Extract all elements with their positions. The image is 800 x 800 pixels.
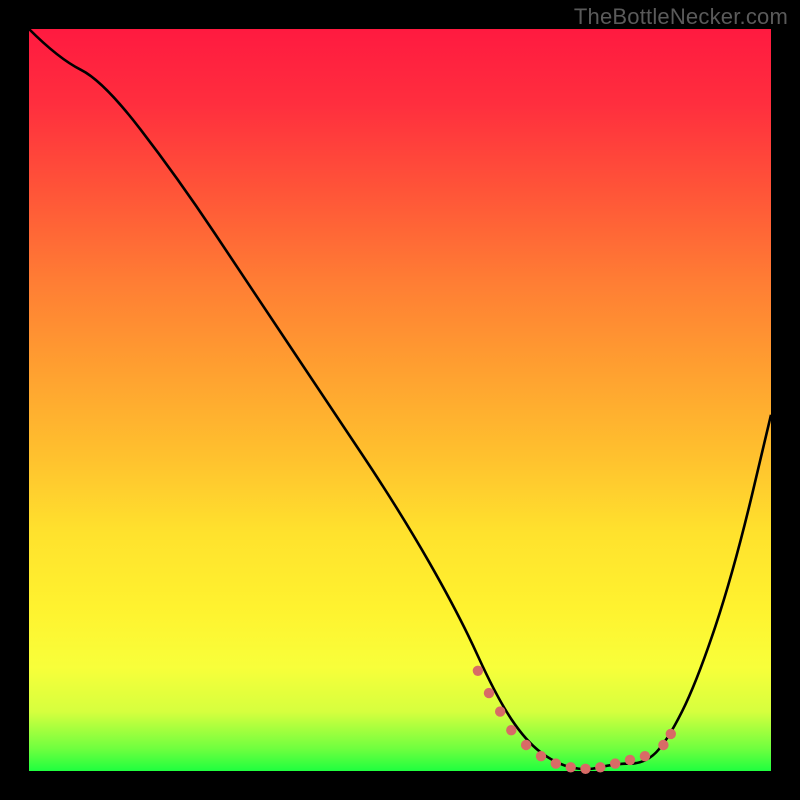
- accent-dot: [666, 729, 676, 739]
- watermark-text: TheBottleNecker.com: [574, 4, 788, 30]
- accent-dot: [640, 751, 650, 761]
- accent-dot: [595, 762, 605, 772]
- accent-dot: [536, 751, 546, 761]
- chart-container: TheBottleNecker.com: [0, 0, 800, 800]
- accent-dot: [566, 762, 576, 772]
- accent-valley-dots: [473, 666, 676, 774]
- accent-dot: [610, 758, 620, 768]
- accent-dot: [521, 740, 531, 750]
- accent-dot: [625, 755, 635, 765]
- accent-dot: [551, 758, 561, 768]
- accent-dot: [506, 725, 516, 735]
- accent-dot: [495, 706, 505, 716]
- accent-dot: [484, 688, 494, 698]
- bottleneck-curve: [29, 29, 771, 769]
- accent-dot: [658, 740, 668, 750]
- accent-dot: [580, 764, 590, 774]
- chart-overlay-svg: [29, 29, 771, 771]
- accent-dot: [473, 666, 483, 676]
